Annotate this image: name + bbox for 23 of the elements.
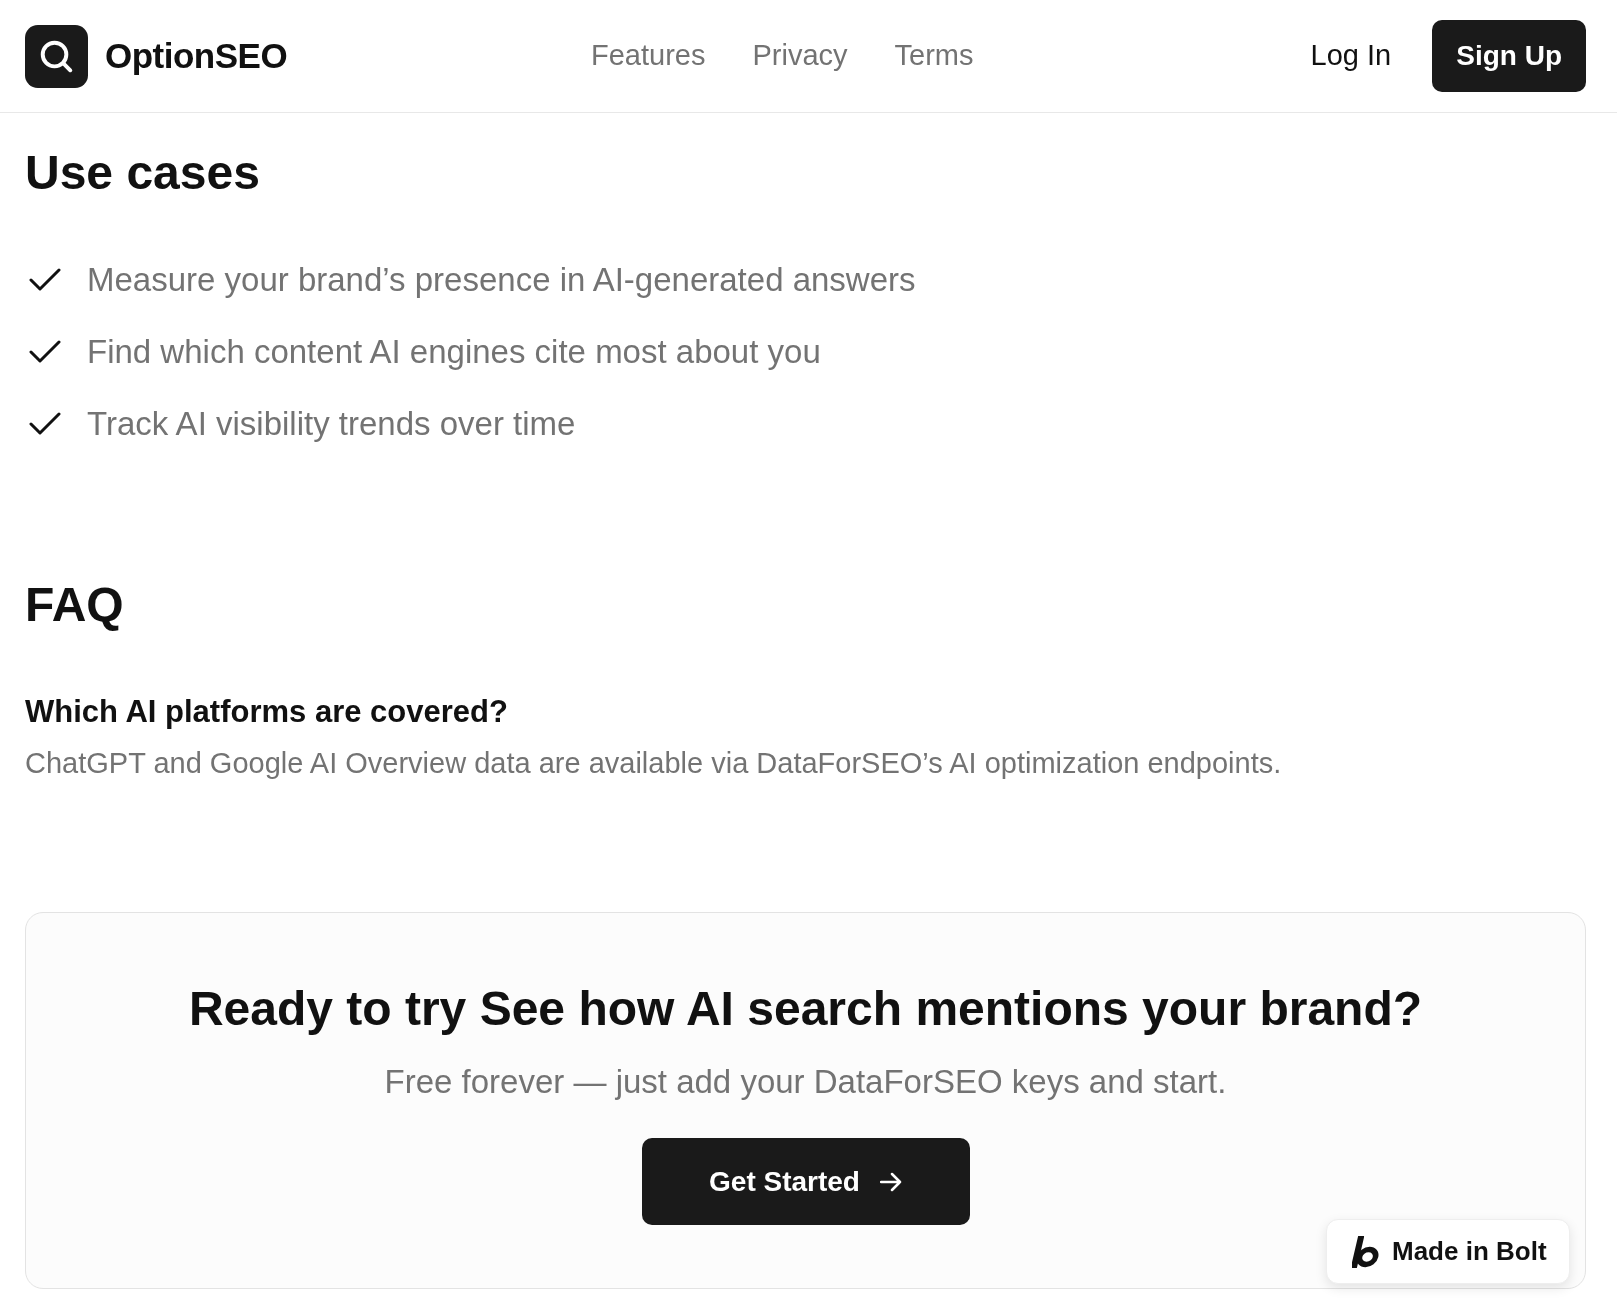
logo-icon xyxy=(1352,1235,1380,1268)
search-icon[interactable] xyxy=(25,24,88,88)
faq-question: Which AI platforms are covered? xyxy=(25,694,509,730)
faq-answer: ChatGPT and Google AI Overview data are available via DataForSEO’s AI optimization endpoints. xyxy=(25,746,1283,781)
use-case-text: Find which content AI engines cite most about you xyxy=(87,332,821,373)
made-in-bolt-badge[interactable]: Made in Bolt xyxy=(1326,1219,1570,1284)
log-in-link[interactable]: Log In xyxy=(1310,34,1392,78)
checkmark-icon xyxy=(29,340,61,364)
checkmark-icon xyxy=(29,412,61,436)
section-heading: FAQ xyxy=(25,577,125,633)
nav-link[interactable]: Privacy xyxy=(752,34,848,78)
section-heading: Use cases xyxy=(25,145,261,201)
nav-link[interactable]: Features xyxy=(591,34,706,78)
use-case-text: Track AI visibility trends over time xyxy=(87,404,576,445)
cta-heading: Ready to try See how AI search mentions your brand? xyxy=(188,981,1423,1037)
arrow-right-icon xyxy=(879,1171,902,1192)
use-case-text: Measure your brand’s presence in AI-generated answers xyxy=(87,260,916,301)
checkmark-icon xyxy=(29,268,61,292)
brand-name[interactable]: OptionSEO xyxy=(105,29,288,83)
nav-link[interactable]: Terms xyxy=(894,34,974,78)
get-started-button[interactable]: Get Started xyxy=(641,1138,970,1225)
sign-up-button[interactable]: Sign Up xyxy=(1432,20,1586,92)
cta-subtitle: Free forever — just add your DataForSEO keys and start. xyxy=(384,1062,1227,1102)
